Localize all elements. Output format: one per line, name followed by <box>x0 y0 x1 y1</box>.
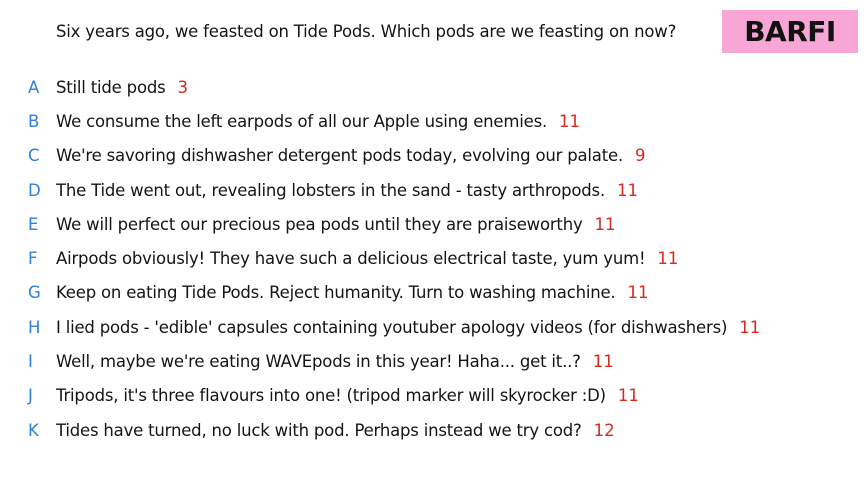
option-letter: K <box>28 420 39 440</box>
option-text: Still tide pods <box>56 77 166 97</box>
option-letter: C <box>28 146 40 166</box>
option-a[interactable]: A Still tide pods 3 <box>28 70 858 104</box>
option-count: 11 <box>657 249 679 269</box>
option-text: We will perfect our precious pea pods un… <box>56 214 583 234</box>
option-letter: J <box>28 386 33 406</box>
option-text: Keep on eating Tide Pods. Reject humanit… <box>56 283 616 303</box>
option-count: 11 <box>617 180 638 200</box>
option-c[interactable]: C We're savoring dishwasher detergent po… <box>28 139 858 173</box>
option-count: 11 <box>617 386 639 406</box>
options-list: A Still tide pods 3 B We consume the lef… <box>28 70 858 447</box>
option-e[interactable]: E We will perfect our precious pea pods … <box>28 207 858 241</box>
option-text: Tripods, it's three flavours into one! (… <box>56 386 606 406</box>
option-letter: G <box>28 283 41 303</box>
option-count: 11 <box>627 283 649 303</box>
option-letter: A <box>28 77 40 97</box>
option-text: I lied pods - 'edible' capsules containi… <box>56 317 728 337</box>
option-letter: B <box>28 111 40 131</box>
option-count: 9 <box>635 146 646 166</box>
option-letter: I <box>28 352 33 372</box>
option-count: 11 <box>559 111 581 131</box>
option-g[interactable]: G Keep on eating Tide Pods. Reject human… <box>28 276 858 310</box>
option-h[interactable]: H I lied pods - 'edible' capsules contai… <box>28 310 858 344</box>
option-text: We consume the left earpods of all our A… <box>56 111 548 131</box>
option-letter: F <box>28 249 38 269</box>
option-k[interactable]: K Tides have turned, no luck with pod. P… <box>28 413 858 447</box>
option-count: 11 <box>739 317 761 337</box>
option-letter: H <box>28 317 41 337</box>
option-count: 12 <box>593 420 615 440</box>
option-text: The Tide went out, revealing lobsters in… <box>56 180 605 200</box>
option-text: Airpods obviously! They have such a deli… <box>56 249 646 269</box>
barfi-badge: BARFI <box>722 10 858 53</box>
option-f[interactable]: F Airpods obviously! They have such a de… <box>28 241 858 275</box>
option-letter: E <box>28 214 39 234</box>
option-count: 11 <box>594 214 616 234</box>
question-title: Six years ago, we feasted on Tide Pods. … <box>56 22 677 41</box>
option-count: 11 <box>592 352 614 372</box>
option-j[interactable]: J Tripods, it's three flavours into one!… <box>28 379 858 413</box>
option-text: Well, maybe we're eating WAVEpods in thi… <box>56 352 581 372</box>
option-count: 3 <box>177 77 189 97</box>
option-d[interactable]: D The Tide went out, revealing lobsters … <box>28 173 858 207</box>
option-text: Tides have turned, no luck with pod. Per… <box>56 420 582 440</box>
option-i[interactable]: I Well, maybe we're eating WAVEpods in t… <box>28 344 858 378</box>
option-b[interactable]: B We consume the left earpods of all our… <box>28 104 858 138</box>
option-text: We're savoring dishwasher detergent pods… <box>56 146 623 166</box>
option-letter: D <box>28 180 41 200</box>
barfi-badge-label: BARFI <box>744 15 836 48</box>
